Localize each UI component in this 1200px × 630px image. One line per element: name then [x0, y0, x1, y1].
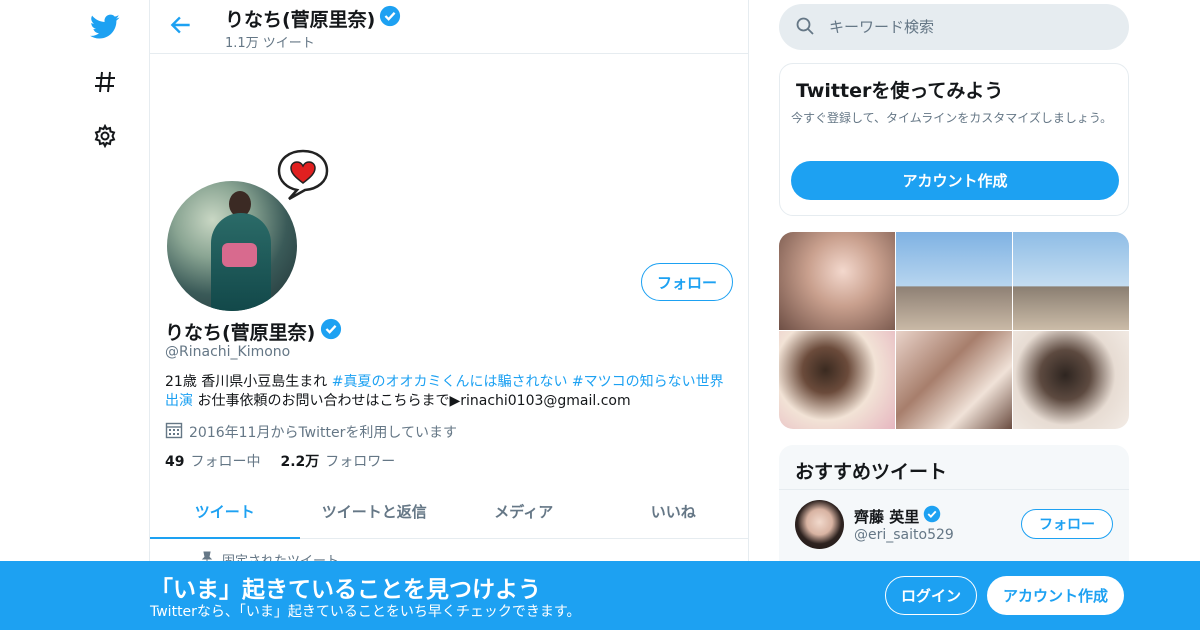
- following-label: フォロー中: [190, 454, 261, 470]
- media-thumbnail[interactable]: [1013, 331, 1129, 429]
- profile-name-text: りなち(菅原里奈): [165, 322, 316, 344]
- calendar-icon: [165, 421, 183, 443]
- avatar[interactable]: [795, 500, 844, 549]
- joined-date: 2016年11月からTwitterを利用しています: [165, 421, 457, 443]
- joined-text: 2016年11月からTwitterを利用しています: [189, 425, 457, 441]
- header-tweet-count: 1.1万 ツイート: [225, 36, 315, 51]
- profile-tabs: ツイート ツイートと返信 メディア いいね: [150, 484, 748, 539]
- tab-likes[interactable]: いいね: [599, 484, 749, 538]
- login-button[interactable]: ログイン: [885, 576, 977, 615]
- signup-title: Twitterを使ってみよう: [796, 80, 1004, 102]
- media-thumbnail[interactable]: [896, 232, 1012, 330]
- verified-badge-icon: [320, 318, 342, 345]
- divider: [779, 489, 1129, 490]
- heart-bubble-icon: [275, 147, 331, 207]
- media-thumbnail[interactable]: [1013, 232, 1129, 330]
- profile-column: りなち(菅原里奈) 1.1万 ツイート フォロー りなち(菅原里奈) @Rina…: [149, 0, 749, 630]
- followers-label: フォロワー: [325, 454, 396, 470]
- profile-bio: 21歳 香川県小豆島生まれ #真夏のオオカミくんには騙されない #マツコの知らな…: [165, 373, 735, 411]
- bottom-bar-subtitle: Twitterなら、「いま」起きていることをいち早くチェックできます。: [150, 604, 581, 620]
- tab-tweets-and-replies[interactable]: ツイートと返信: [300, 484, 450, 538]
- bio-text: お仕事依頼のお問い合わせはこちらまで▶rinachi0103@gmail.com: [193, 393, 631, 409]
- bottom-signup-bar: 「いま」起きていることを見つけよう Twitterなら、「いま」起きていることを…: [0, 561, 1200, 630]
- hashtag-link[interactable]: #真夏のオオカミくんには騙されない: [332, 374, 568, 390]
- bottom-bar-title: 「いま」起きていることを見つけよう: [150, 577, 541, 603]
- search-input[interactable]: [829, 4, 1109, 50]
- twitter-logo-icon[interactable]: [88, 10, 122, 44]
- follow-button[interactable]: フォロー: [641, 263, 733, 301]
- create-account-button[interactable]: アカウント作成: [791, 161, 1119, 200]
- recommended-follow-button[interactable]: フォロー: [1021, 509, 1113, 539]
- search-icon: [795, 16, 815, 40]
- recommended-user-handle: @eri_saito529: [854, 527, 954, 543]
- media-thumbnail[interactable]: [779, 331, 895, 429]
- profile-handle: @Rinachi_Kimono: [165, 344, 291, 360]
- gear-icon[interactable]: [88, 119, 122, 153]
- header-name: りなち(菅原里奈): [225, 5, 401, 32]
- verified-badge-icon: [379, 5, 401, 32]
- media-grid: [779, 232, 1129, 429]
- left-nav: [0, 0, 150, 630]
- search-box: [779, 4, 1129, 50]
- followers-stat[interactable]: 2.2万 フォロワー: [280, 451, 395, 471]
- hashtag-icon[interactable]: [88, 65, 122, 99]
- back-arrow-icon[interactable]: [168, 12, 194, 38]
- signup-description: 今すぐ登録して、タイムラインをカスタマイズしましょう。: [791, 111, 1113, 125]
- signup-button[interactable]: アカウント作成: [987, 576, 1124, 615]
- profile-header: りなち(菅原里奈) 1.1万 ツイート: [150, 0, 748, 54]
- profile-stats: 49 フォロー中 2.2万 フォロワー: [165, 451, 395, 471]
- recommended-user-name-text: 齊藤 英里: [854, 507, 920, 526]
- tab-tweets[interactable]: ツイート: [150, 484, 300, 539]
- header-name-text: りなち(菅原里奈): [225, 9, 376, 31]
- bio-text: 21歳 香川県小豆島生まれ: [165, 374, 332, 390]
- signup-card: Twitterを使ってみよう 今すぐ登録して、タイムラインをカスタマイズしましょ…: [779, 63, 1129, 216]
- recommended-title: おすすめツイート: [795, 461, 948, 483]
- media-thumbnail[interactable]: [896, 331, 1012, 429]
- recommended-user-name[interactable]: 齊藤 英里: [854, 505, 941, 527]
- verified-badge-icon: [923, 505, 941, 527]
- media-thumbnail[interactable]: [779, 232, 895, 330]
- following-stat[interactable]: 49 フォロー中: [165, 451, 260, 471]
- profile-name: りなち(菅原里奈): [165, 318, 342, 345]
- followers-count: 2.2万: [280, 454, 320, 470]
- tab-media[interactable]: メディア: [449, 484, 599, 538]
- following-count: 49: [165, 454, 185, 470]
